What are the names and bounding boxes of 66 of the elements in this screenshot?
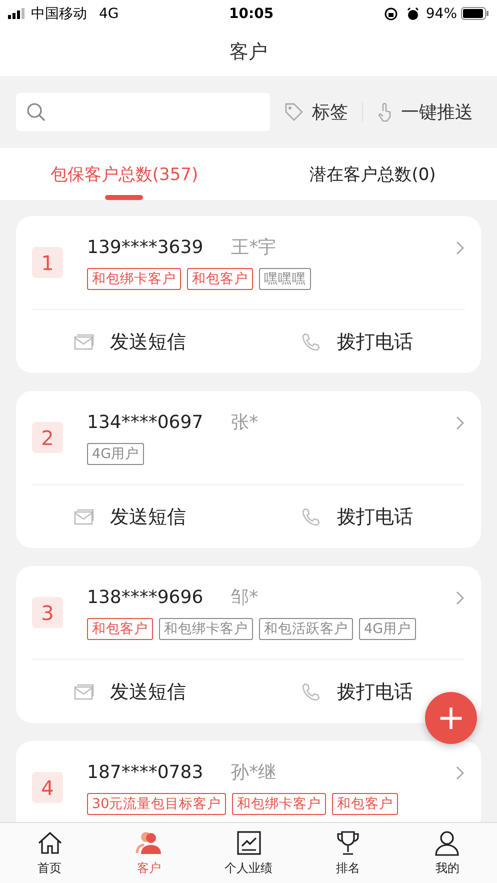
rank-number: 1 [32,247,63,278]
envelope-icon [74,334,94,350]
envelope-icon [74,508,94,524]
customer-card[interactable]: 4 187****0783 孙*继 30元流量包目标客户 和包绑卡客户 和包客户 [16,741,481,822]
phone-icon [301,506,321,526]
chevron-right-icon [455,240,465,256]
search-field[interactable] [16,93,270,131]
active-tab-indicator [105,195,144,200]
nav-tab[interactable]: 我的 [398,823,497,883]
network-type: 4G [99,6,119,22]
phone-number: 187****0783 [87,762,204,782]
customer-tag: 和包客户 [187,268,253,290]
send-sms-button[interactable]: 发送短信 [74,504,186,530]
nav-tab[interactable]: 首页 [0,823,100,883]
send-sms-button[interactable]: 发送短信 [74,328,186,354]
customer-card[interactable]: 1 139****3639 王*宇 和包绑卡客户 和包客户 嘿嘿嘿 发送短信 拨打电话 [16,216,481,373]
chevron-right-icon [455,415,465,431]
customer-tag: 4G用户 [87,443,144,465]
customer-tag: 和包活跃客户 [259,618,353,640]
phone-number: 139****3639 [87,236,204,258]
envelope-icon [74,684,94,700]
call-button[interactable]: 拨打电话 [301,504,413,530]
call-button[interactable]: 拨打电话 [301,678,413,704]
alarm-icon [406,6,420,20]
nav-tab[interactable]: 客户 [99,823,199,883]
customer-tag: 30元流量包目标客户 [87,793,226,815]
phone-icon [301,682,321,702]
customer-tag: 4G用户 [359,618,416,640]
customer-tag: 和包客户 [87,618,153,640]
nav-tab[interactable]: 个人业绩 [198,823,298,883]
battery-icon [461,7,489,20]
battery-percent: 94% [426,6,457,22]
tag-icon [284,102,304,122]
search-icon [26,102,46,122]
user-icon [433,829,462,857]
clock-time: 10:05 [229,6,274,22]
people-icon [135,829,164,857]
call-button[interactable]: 拨打电话 [301,328,413,354]
customer-tag: 和包客户 [332,793,398,815]
page-title: 客户 [230,40,268,64]
phone-number: 138****9696 [87,586,204,608]
customer-tag: 和包绑卡客户 [87,268,181,290]
chevron-right-icon [455,590,465,606]
home-icon [36,829,64,857]
rank-number: 2 [32,422,63,453]
customer-tag: 和包绑卡客户 [232,793,326,815]
customer-name: 邹* [231,586,258,609]
customer-name: 王*宇 [231,236,276,259]
phone-number: 134****0697 [87,412,204,432]
rank-number: 3 [32,597,63,628]
phone-icon [301,332,321,352]
push-button[interactable]: 一键推送 [377,100,473,124]
customer-name: 孙*继 [231,761,276,784]
tag-button[interactable]: 标签 [284,100,348,124]
customer-card[interactable]: 2 134****0697 张* 4G用户 发送短信 拨打电话 [16,391,481,548]
chart-icon [234,829,263,857]
customer-tag: 嘿嘿嘿 [259,268,311,290]
carrier-name: 中国移动 [31,4,87,22]
chevron-right-icon [455,765,465,781]
customer-name: 张* [231,411,258,434]
customer-tag: 和包绑卡客户 [159,618,253,640]
signal-icon [8,8,26,19]
nav-tab[interactable]: 排名 [298,823,398,883]
send-sms-button[interactable]: 发送短信 [74,678,186,704]
rotation-lock-icon [384,6,398,20]
rank-number: 4 [32,772,63,803]
